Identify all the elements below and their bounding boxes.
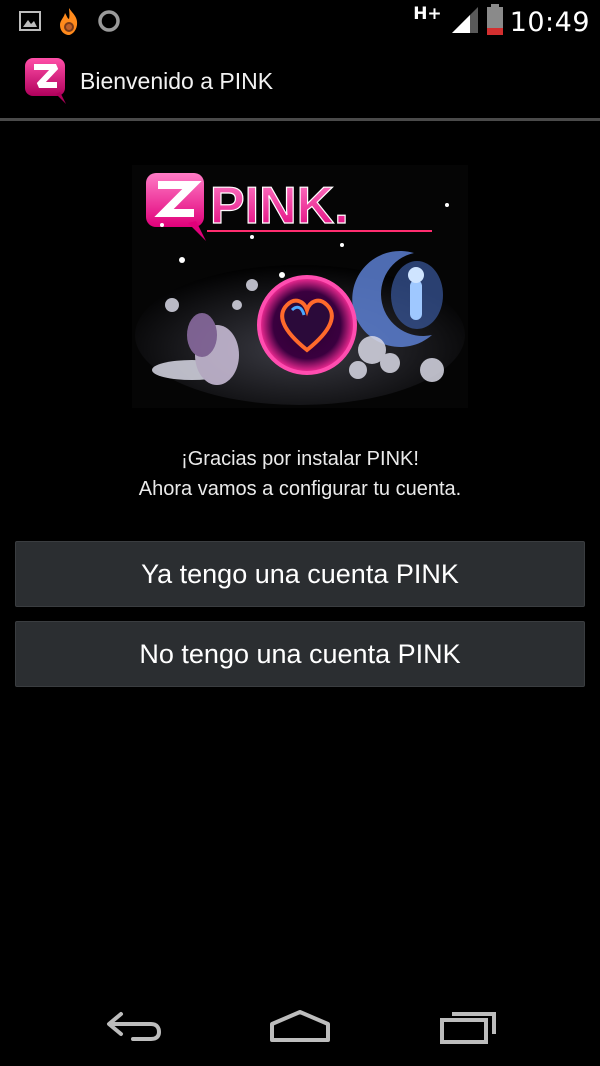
no-account-button[interactable]: No tengo una cuenta PINK — [15, 621, 585, 687]
hotspot-flame-icon — [56, 6, 82, 40]
pink-logo-text: PINK. — [210, 177, 349, 235]
welcome-line-setup: Ahora vamos a configurar tu cuenta. — [138, 478, 462, 500]
system-status: H+ 10:49 — [413, 4, 590, 40]
navigation-bar — [0, 986, 600, 1066]
page-title: Bienvenido a PINK — [80, 68, 274, 94]
recent-apps-icon[interactable] — [428, 1004, 508, 1048]
status-bar: H+ 10:49 — [0, 0, 600, 44]
pink-app-icon[interactable] — [22, 52, 74, 104]
signal-icon — [450, 5, 480, 39]
action-bar: Bienvenido a PINK — [0, 44, 600, 118]
battery-icon — [486, 4, 504, 40]
pink-banner-image: PINK. — [132, 165, 468, 408]
network-type-label: H+ — [413, 4, 442, 24]
have-account-button[interactable]: Ya tengo una cuenta PINK — [15, 541, 585, 607]
sync-circle-icon — [96, 8, 122, 38]
welcome-line-thanks: ¡Gracias por instalar PINK! — [181, 448, 419, 470]
notification-icons — [18, 6, 122, 40]
welcome-message: ¡Gracias por instalar PINK! Ahora vamos … — [0, 444, 600, 504]
home-icon[interactable] — [260, 1004, 340, 1048]
clock: 10:49 — [509, 6, 590, 38]
back-icon[interactable] — [93, 1004, 173, 1048]
action-bar-divider — [0, 118, 600, 121]
image-notification-icon — [18, 9, 42, 37]
